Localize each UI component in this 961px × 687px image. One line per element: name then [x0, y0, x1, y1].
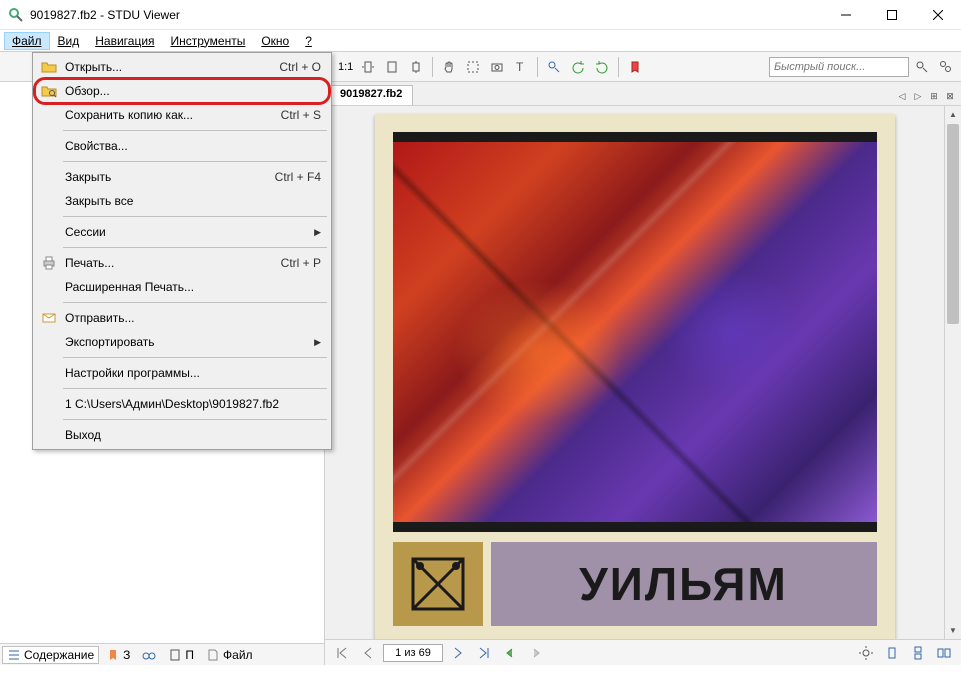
- menu-view[interactable]: Вид: [50, 32, 88, 50]
- file-icon: [206, 648, 220, 662]
- scroll-down-icon[interactable]: ▼: [945, 622, 961, 639]
- menu-browse[interactable]: Обзор...: [35, 79, 329, 103]
- hand-tool-icon[interactable]: [438, 56, 460, 78]
- sidebar-tab-label: З: [123, 648, 130, 662]
- nav-fwd-icon[interactable]: [525, 642, 547, 664]
- sidebar-tab-label: П: [185, 648, 194, 662]
- bookmark-small-icon: [106, 648, 120, 662]
- menu-navigation[interactable]: Навигация: [87, 32, 162, 50]
- navigation-toolbar: [325, 639, 961, 665]
- document-tabs: 9019827.fb2 ◁ ▷ ⊞ ⊠: [325, 82, 961, 106]
- layout-continuous-icon[interactable]: [907, 642, 929, 664]
- bookmark-icon[interactable]: [624, 56, 646, 78]
- menu-sessions[interactable]: Сессии▶: [35, 220, 329, 244]
- list-icon: [7, 648, 21, 662]
- rotate-right-icon[interactable]: [591, 56, 613, 78]
- menu-send[interactable]: Отправить...: [35, 306, 329, 330]
- folder-search-icon: [41, 83, 57, 99]
- book-author: УИЛЬЯМ: [491, 542, 877, 626]
- sidebar-tab-bookmarks[interactable]: З: [101, 646, 135, 664]
- fit-width-icon[interactable]: [357, 56, 379, 78]
- app-icon: [8, 7, 24, 23]
- scroll-up-icon[interactable]: ▲: [945, 106, 961, 123]
- scroll-thumb[interactable]: [947, 124, 959, 324]
- find-icon[interactable]: [543, 56, 565, 78]
- titlebar: 9019827.fb2 - STDU Viewer: [0, 0, 961, 30]
- menu-export[interactable]: Экспортировать▶: [35, 330, 329, 354]
- sidebar-tab-content[interactable]: Содержание: [2, 646, 99, 664]
- search-all-icon[interactable]: [935, 56, 957, 78]
- document-tab[interactable]: 9019827.fb2: [329, 85, 413, 105]
- nav-back-icon[interactable]: [499, 642, 521, 664]
- menu-save-copy[interactable]: Сохранить копию как...Ctrl + S: [35, 103, 329, 127]
- vertical-scrollbar[interactable]: ▲ ▼: [944, 106, 961, 639]
- snapshot-icon[interactable]: [486, 56, 508, 78]
- envelope-icon: [41, 310, 57, 326]
- layout-single-icon[interactable]: [881, 642, 903, 664]
- select-tool-icon[interactable]: [462, 56, 484, 78]
- content-area: 9019827.fb2 ◁ ▷ ⊞ ⊠ УИЛЬЯМ: [325, 82, 961, 665]
- printer-icon: [41, 255, 57, 271]
- menu-print[interactable]: Печать...Ctrl + P: [35, 251, 329, 275]
- next-page-icon[interactable]: [447, 642, 469, 664]
- tab-prev-icon[interactable]: ◁: [895, 89, 909, 103]
- page-input[interactable]: [383, 644, 443, 662]
- binoculars-icon: [142, 648, 156, 662]
- menu-settings[interactable]: Настройки программы...: [35, 361, 329, 385]
- viewer[interactable]: УИЛЬЯМ ▲ ▼: [325, 106, 961, 639]
- menu-properties[interactable]: Свойства...: [35, 134, 329, 158]
- menubar: Файл Вид Навигация Инструменты Окно ?: [0, 30, 961, 52]
- fit-page-icon[interactable]: [381, 56, 403, 78]
- page-icon: [168, 648, 182, 662]
- sidebar-tab-search[interactable]: [137, 646, 161, 664]
- system-buttons: [823, 0, 961, 30]
- menu-close-all[interactable]: Закрыть все: [35, 189, 329, 213]
- text-select-icon[interactable]: T: [510, 56, 532, 78]
- publisher-logo: [393, 542, 483, 626]
- window-title: 9019827.fb2 - STDU Viewer: [30, 8, 180, 22]
- book-cover-image: [393, 142, 877, 522]
- menu-exit[interactable]: Выход: [35, 423, 329, 447]
- brightness-icon[interactable]: [855, 642, 877, 664]
- tab-next-icon[interactable]: ▷: [911, 89, 925, 103]
- sidebar-tab-label: Файл: [223, 648, 253, 662]
- rotate-left-icon[interactable]: [567, 56, 589, 78]
- menu-file[interactable]: Файл: [4, 32, 50, 50]
- file-menu-dropdown: Открыть...Ctrl + O Обзор... Сохранить ко…: [32, 52, 332, 450]
- search-next-icon[interactable]: [911, 56, 933, 78]
- menu-recent-1[interactable]: 1 C:\Users\Админ\Desktop\9019827.fb2: [35, 392, 329, 416]
- search-input[interactable]: [769, 57, 909, 77]
- folder-open-icon: [41, 59, 57, 75]
- menu-window[interactable]: Окно: [253, 32, 297, 50]
- tab-grid-icon[interactable]: ⊞: [927, 89, 941, 103]
- close-button[interactable]: [915, 0, 961, 30]
- last-page-icon[interactable]: [473, 642, 495, 664]
- menu-close-doc[interactable]: ЗакрытьCtrl + F4: [35, 165, 329, 189]
- first-page-icon[interactable]: [331, 642, 353, 664]
- prev-page-icon[interactable]: [357, 642, 379, 664]
- menu-open[interactable]: Открыть...Ctrl + O: [35, 55, 329, 79]
- fit-height-icon[interactable]: [405, 56, 427, 78]
- minimize-button[interactable]: [823, 0, 869, 30]
- sidebar-tab-file[interactable]: Файл: [201, 646, 258, 664]
- menu-help[interactable]: ?: [297, 32, 320, 50]
- sidebar-tab-label: Содержание: [24, 648, 94, 662]
- sidebar-tabs: Содержание З П Файл: [0, 643, 324, 665]
- tab-close-icon[interactable]: ⊠: [943, 89, 957, 103]
- menu-tools[interactable]: Инструменты: [163, 32, 254, 50]
- menu-advanced-print[interactable]: Расширенная Печать...: [35, 275, 329, 299]
- zoom-ratio: 1:1: [336, 61, 355, 73]
- layout-facing-icon[interactable]: [933, 642, 955, 664]
- maximize-button[interactable]: [869, 0, 915, 30]
- sidebar-tab-pages[interactable]: П: [163, 646, 199, 664]
- svg-text:T: T: [516, 60, 524, 74]
- page-canvas: УИЛЬЯМ: [375, 114, 895, 639]
